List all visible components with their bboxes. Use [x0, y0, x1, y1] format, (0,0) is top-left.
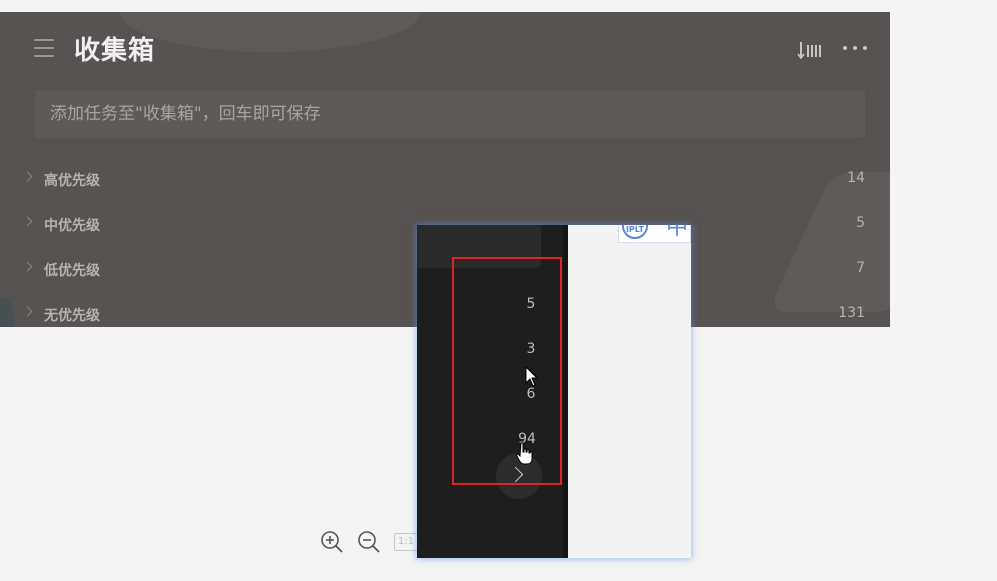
chevron-right-icon: [22, 171, 33, 182]
priority-group-high[interactable]: 高优先级 14: [0, 164, 890, 194]
group-count: 131: [838, 305, 865, 321]
group-count: 5: [856, 215, 865, 231]
group-count: 14: [847, 170, 865, 186]
selection-rectangle[interactable]: [452, 257, 562, 485]
background-glow: [120, 12, 420, 52]
page-title: 收集箱: [74, 36, 156, 66]
screen: 收集箱 高优先级 14 中优先级 5 低优先级 7: [0, 0, 997, 581]
zoom-out-icon[interactable]: [357, 530, 381, 554]
add-task-input[interactable]: [35, 90, 865, 138]
hamburger-menu-icon[interactable]: [34, 39, 54, 57]
hand-cursor-icon: [516, 442, 533, 465]
zoom-preview-popup: IPLT 中 5 3 6 94: [417, 225, 691, 558]
group-label: 中优先级: [44, 218, 100, 234]
zoom-in-icon[interactable]: [320, 530, 344, 554]
preview-right-pane: [568, 225, 691, 558]
more-options-icon[interactable]: [843, 40, 867, 56]
arrow-cursor-icon: [525, 366, 539, 387]
group-label: 高优先级: [44, 173, 100, 189]
chevron-right-icon: [22, 306, 33, 317]
actual-size-button[interactable]: 1:1: [394, 533, 418, 551]
sort-icon[interactable]: [797, 40, 821, 60]
language-icon[interactable]: 中: [666, 225, 688, 239]
group-count: 7: [856, 260, 865, 276]
chevron-right-icon: [22, 216, 33, 227]
chevron-right-icon: [22, 261, 33, 272]
group-label: 无优先级: [44, 308, 100, 324]
group-label: 低优先级: [44, 263, 100, 279]
